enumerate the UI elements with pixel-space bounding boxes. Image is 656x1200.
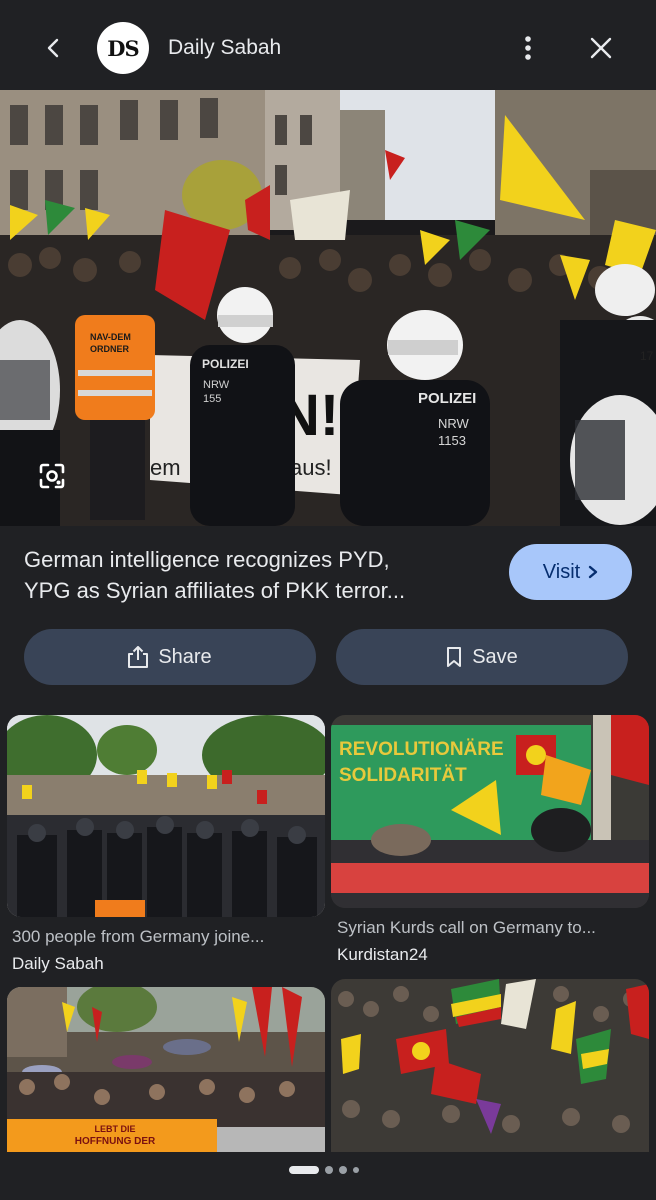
share-icon (128, 646, 149, 668)
page-dot-4 (353, 1167, 359, 1173)
related-source-2: Kurdistan24 (337, 945, 428, 964)
close-icon (590, 37, 612, 59)
site-logo[interactable]: DS (97, 22, 149, 74)
visit-button[interactable]: Visit (509, 544, 632, 600)
related-caption-1[interactable]: 300 people from Germany joine... (12, 927, 312, 947)
top-bar: DS Daily Sabah (0, 0, 656, 90)
page-dot-1 (289, 1166, 319, 1174)
bookmark-icon (447, 647, 462, 667)
svg-text:LEBT DIE: LEBT DIE (94, 1124, 135, 1134)
arrow-back-icon (47, 38, 59, 58)
svg-text:POLIZEI: POLIZEI (418, 390, 476, 407)
share-label: Share (158, 645, 212, 668)
svg-text:SOLIDARITÄT: SOLIDARITÄT (339, 765, 467, 786)
svg-text:aus!: aus! (290, 455, 332, 480)
related-image-4[interactable] (331, 979, 649, 1152)
hero-image[interactable]: N! em aus! NAV-DEM ORDNER POLIZEI NRW 15… (0, 90, 656, 526)
back-button[interactable] (36, 30, 72, 66)
svg-text:REVOLUTIONÄRE: REVOLUTIONÄRE (339, 739, 504, 760)
share-button[interactable]: Share (24, 629, 316, 685)
svg-text:NRW: NRW (438, 416, 470, 431)
page-dot-2 (325, 1166, 333, 1174)
visit-label: Visit (542, 560, 581, 583)
related-source-1: Daily Sabah (12, 954, 104, 973)
svg-text:17: 17 (640, 349, 654, 363)
related-photo-4 (331, 979, 649, 1152)
site-name[interactable]: Daily Sabah (168, 36, 281, 60)
lens-search-button[interactable] (34, 458, 70, 494)
svg-text:NAV-DEM: NAV-DEM (90, 332, 131, 342)
svg-text:POLIZEI: POLIZEI (202, 357, 249, 371)
bottom-bar (0, 1152, 656, 1200)
page-indicator (289, 1166, 359, 1174)
svg-text:em: em (150, 455, 181, 480)
save-button[interactable]: Save (336, 629, 628, 685)
related-photo-1 (7, 715, 325, 917)
related-photo-2: REVOLUTIONÄRE SOLIDARITÄT (331, 715, 649, 908)
close-button[interactable] (583, 30, 619, 66)
chevron-right-icon (589, 565, 598, 579)
more-options-button[interactable] (510, 30, 546, 66)
protest-photo: N! em aus! NAV-DEM ORDNER POLIZEI NRW 15… (0, 90, 656, 526)
related-photo-3: LEBT DIE HOFFNUNG DER (7, 987, 325, 1152)
result-title-line-1: German intelligence recognizes PYD, (24, 547, 390, 572)
svg-text:HOFFNUNG DER: HOFFNUNG DER (75, 1136, 156, 1147)
related-image-2[interactable]: REVOLUTIONÄRE SOLIDARITÄT (331, 715, 649, 908)
result-title[interactable]: German intelligence recognizes PYD, YPG … (24, 544, 484, 606)
svg-text:NRW: NRW (203, 379, 230, 391)
save-label: Save (472, 645, 518, 668)
lens-icon (39, 463, 65, 489)
page-dot-3 (339, 1166, 347, 1174)
related-image-3[interactable]: LEBT DIE HOFFNUNG DER (7, 987, 325, 1152)
svg-text:ORDNER: ORDNER (90, 344, 130, 354)
related-image-1[interactable] (7, 715, 325, 917)
result-title-line-2: YPG as Syrian affiliates of PKK terror..… (24, 578, 406, 603)
svg-text:1153: 1153 (438, 433, 466, 448)
related-caption-2[interactable]: Syrian Kurds call on Germany to... (337, 918, 637, 938)
svg-text:155: 155 (203, 393, 221, 405)
more-vert-icon (525, 36, 531, 60)
